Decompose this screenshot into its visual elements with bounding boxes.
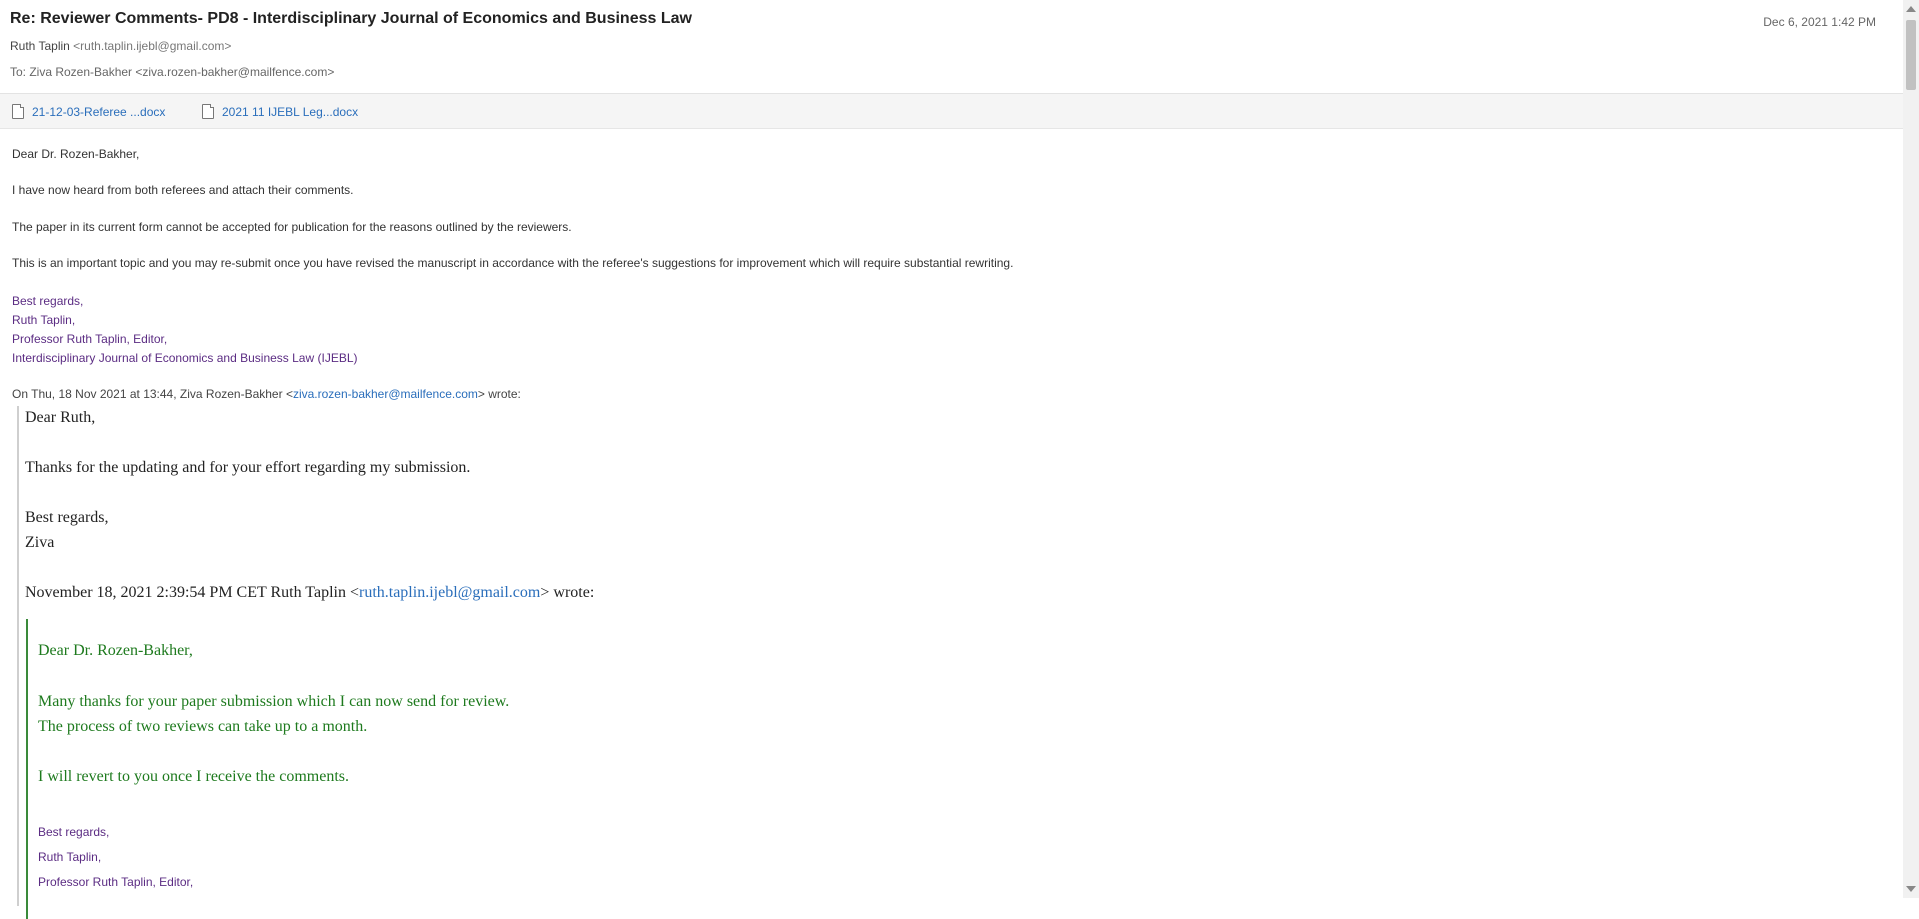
paragraph: This is an important topic and you may r…	[12, 256, 1014, 270]
document-icon	[12, 104, 24, 119]
signature-line: Best regards,	[12, 294, 84, 308]
reply-header: On Thu, 18 Nov 2021 at 13:44, Ziva Rozen…	[12, 387, 521, 401]
email-link[interactable]: ruth.taplin.ijebl@gmail.com	[359, 584, 540, 601]
quote-paragraph: The process of two reviews can take up t…	[38, 718, 368, 735]
vertical-scrollbar[interactable]	[1903, 0, 1919, 898]
email-date: Dec 6, 2021 1:42 PM	[1763, 15, 1876, 29]
scroll-down-icon[interactable]	[1906, 886, 1916, 892]
email-to: To: Ziva Rozen-Bakher <ziva.rozen-bakher…	[10, 65, 335, 79]
attachment-name[interactable]: 21-12-03-Referee ...docx	[32, 105, 165, 119]
scrollbar-thumb[interactable]	[1906, 20, 1916, 90]
quote-paragraph: Thanks for the updating and for your eff…	[25, 459, 471, 476]
signature-line: Ruth Taplin,	[12, 313, 76, 327]
quote-reply-header: November 18, 2021 2:39:54 PM CET Ruth Ta…	[25, 584, 595, 601]
document-icon	[202, 104, 214, 119]
nested-quote: Dear Dr. Rozen-Bakher, Many thanks for y…	[26, 619, 1828, 919]
quote-paragraph: Many thanks for your paper submission wh…	[38, 693, 510, 710]
quote-name: Ziva	[25, 534, 55, 551]
signature-line: Ruth Taplin,	[38, 850, 102, 864]
signature-line: Interdisciplinary Journal of Economics a…	[12, 351, 358, 365]
paragraph: The paper in its current form cannot be …	[12, 220, 572, 234]
email-header: Re: Reviewer Comments- PD8 - Interdiscip…	[0, 0, 1903, 94]
greeting: Dear Dr. Rozen-Bakher,	[12, 147, 140, 161]
email-link[interactable]: ziva.rozen-bakher@mailfence.com	[293, 387, 478, 401]
paragraph: I have now heard from both referees and …	[12, 183, 354, 197]
quoted-reply: Dear Ruth, Thanks for the updating and f…	[17, 406, 1899, 919]
signature-line: Professor Ruth Taplin, Editor,	[12, 332, 168, 346]
sender-name[interactable]: Ruth Taplin	[10, 39, 70, 53]
scroll-up-icon[interactable]	[1906, 6, 1916, 12]
attachment-name[interactable]: 2021 11 IJEBL Leg...docx	[222, 105, 358, 119]
quote-closing: Best regards,	[25, 509, 109, 526]
attachments-bar: 21-12-03-Referee ...docx 2021 11 IJEBL L…	[0, 94, 1903, 129]
quote-paragraph: I will revert to you once I receive the …	[38, 768, 349, 785]
attachment-item[interactable]: 21-12-03-Referee ...docx	[12, 104, 165, 119]
quote-greeting: Dear Ruth,	[25, 409, 96, 426]
attachment-item[interactable]: 2021 11 IJEBL Leg...docx	[202, 104, 358, 119]
sender-address[interactable]: <ruth.taplin.ijebl@gmail.com>	[73, 39, 231, 53]
email-subject: Re: Reviewer Comments- PD8 - Interdiscip…	[10, 10, 692, 27]
email-from[interactable]: Ruth Taplin <ruth.taplin.ijebl@gmail.com…	[10, 39, 231, 53]
signature-line: Professor Ruth Taplin, Editor,	[38, 875, 194, 889]
quote-greeting: Dear Dr. Rozen-Bakher,	[38, 642, 193, 659]
signature-line: Best regards,	[38, 825, 110, 839]
